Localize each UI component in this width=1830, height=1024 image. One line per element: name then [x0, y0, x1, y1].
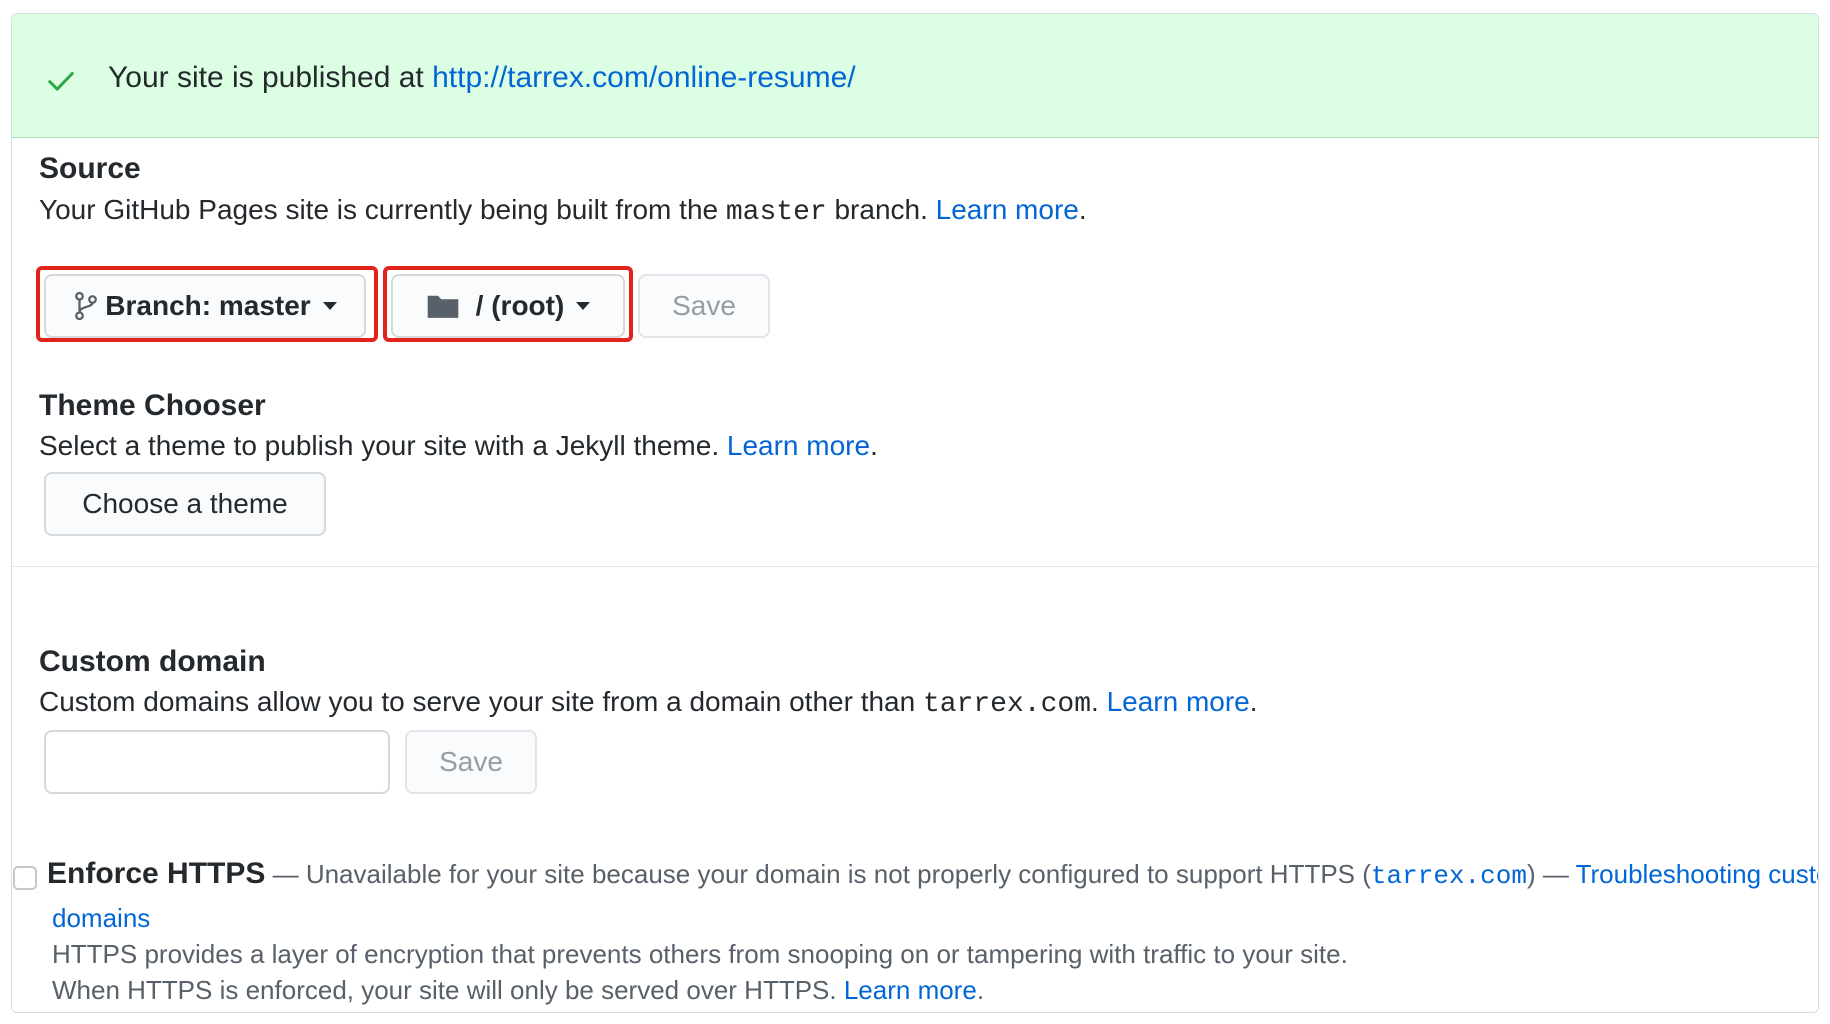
- git-branch-icon: [75, 291, 98, 321]
- domain-code: tarrex.com: [922, 689, 1091, 720]
- folder-icon: [427, 295, 458, 318]
- branch-code: master: [725, 197, 827, 228]
- theme-heading: Theme Chooser: [39, 389, 266, 422]
- source-description: Your GitHub Pages site is currently bein…: [39, 194, 1087, 228]
- source-save-button[interactable]: Save: [638, 274, 770, 338]
- check-icon: [48, 72, 74, 91]
- troubleshooting-link-continued: domains: [52, 900, 150, 936]
- published-banner: Your site is published at http://tarrex.…: [12, 14, 1818, 138]
- troubleshooting-link-domains[interactable]: domains: [52, 903, 150, 933]
- theme-learn-more-link[interactable]: Learn more: [727, 430, 870, 461]
- https-note-2: When HTTPS is enforced, your site will o…: [52, 975, 985, 1005]
- custom-domain-learn-more-link[interactable]: Learn more: [1107, 686, 1250, 717]
- folder-select-label: / (root): [475, 290, 565, 321]
- published-message: Your site is published at http://tarrex.…: [108, 61, 856, 94]
- choose-theme-button[interactable]: Choose a theme: [44, 472, 326, 536]
- github-pages-panel: Your site is published at http://tarrex.…: [11, 13, 1819, 1013]
- https-domain-code: tarrex.com: [1370, 861, 1527, 891]
- https-learn-more-link[interactable]: Learn more: [844, 975, 977, 1005]
- troubleshooting-link[interactable]: Troubleshooting custom: [1576, 859, 1818, 889]
- branch-select-label: Branch: master: [105, 290, 311, 321]
- custom-domain-heading: Custom domain: [39, 645, 266, 678]
- source-learn-more-link[interactable]: Learn more: [936, 194, 1079, 225]
- published-url-link[interactable]: http://tarrex.com/online-resume/: [432, 61, 856, 94]
- branch-select-button[interactable]: Branch: master: [44, 274, 366, 338]
- folder-select-button[interactable]: / (root): [391, 274, 625, 338]
- section-divider: [12, 566, 1818, 567]
- custom-domain-save-button[interactable]: Save: [405, 730, 537, 794]
- source-heading: Source: [39, 152, 141, 185]
- custom-domain-input[interactable]: [44, 730, 390, 794]
- chevron-down-icon: [322, 302, 337, 310]
- enforce-https-checkbox[interactable]: [13, 866, 37, 890]
- chevron-down-icon: [576, 302, 591, 310]
- enforce-https-label: Enforce HTTPS: [47, 857, 266, 890]
- custom-domain-description: Custom domains allow you to serve your s…: [39, 686, 1258, 720]
- https-note-1: HTTPS provides a layer of encryption tha…: [52, 939, 1348, 969]
- enforce-https-line: Enforce HTTPS — Unavailable for your sit…: [47, 856, 1818, 894]
- theme-description: Select a theme to publish your site with…: [39, 430, 878, 461]
